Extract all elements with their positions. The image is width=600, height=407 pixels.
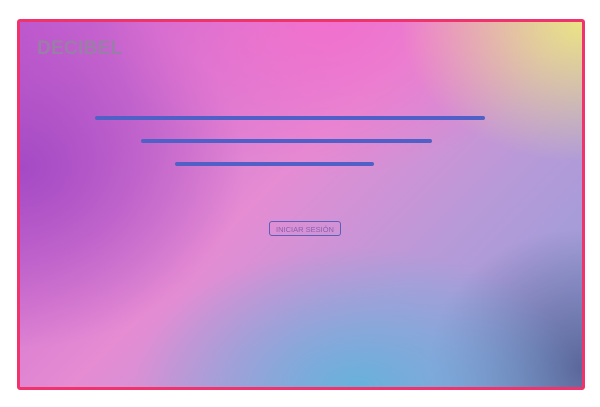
headline-placeholder-line-1 [95, 116, 485, 120]
headline-placeholder-line-3 [175, 162, 374, 166]
headline-placeholder-line-2 [141, 139, 432, 143]
login-button[interactable]: INICIAR SESIÓN [269, 221, 341, 236]
brand-logo[interactable]: DECIBEL [37, 38, 123, 60]
app-frame: DECIBEL INICIAR SESIÓN [17, 19, 585, 390]
